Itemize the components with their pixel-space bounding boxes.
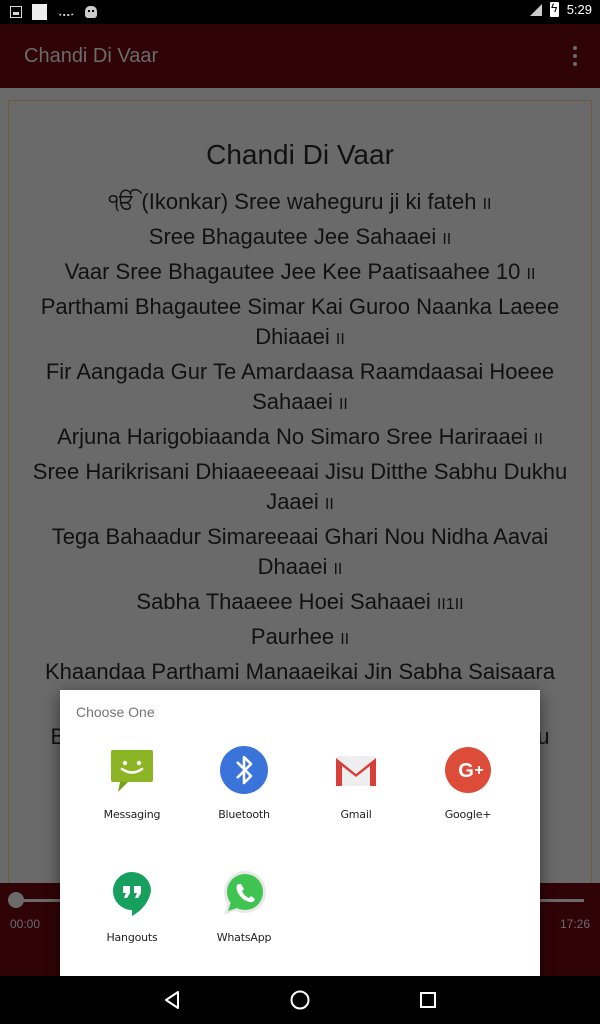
share-dialog: Choose One Messaging Bluetooth Gmail G + … xyxy=(60,690,540,976)
blank-notification-icon xyxy=(32,4,47,20)
share-target-hangouts[interactable]: Hangouts xyxy=(76,869,188,944)
image-notification-icon xyxy=(10,6,22,18)
status-bar: R 5:29 xyxy=(0,0,600,24)
verse-line: Parthami Bhagautee Simar Kai Guroo Naank… xyxy=(40,294,560,349)
verse-line: Vaar Sree Bhagautee Jee Kee Paatisaahee … xyxy=(64,259,536,284)
hangouts-icon xyxy=(108,869,156,917)
recents-icon[interactable] xyxy=(416,988,440,1012)
document-title: Chandi Di Vaar xyxy=(206,139,394,170)
verse-line: Fir Aangada Gur Te Amardaasa Raamdaasai … xyxy=(45,359,555,414)
app-grid: Messaging Bluetooth Gmail G + Google+ Han… xyxy=(76,746,524,944)
total-time: 17:26 xyxy=(559,917,590,931)
google-plus-icon: G + xyxy=(444,746,492,794)
navigation-bar xyxy=(0,976,600,1024)
svg-text:+: + xyxy=(474,762,483,779)
share-target-whatsapp[interactable]: WhatsApp xyxy=(188,869,300,944)
svg-text:G: G xyxy=(458,760,474,782)
back-icon[interactable] xyxy=(160,988,184,1012)
signal-icon: R xyxy=(529,3,542,16)
share-target-google-plus[interactable]: G + Google+ xyxy=(412,746,524,821)
seek-thumb[interactable] xyxy=(8,892,24,908)
app-label: Google+ xyxy=(444,808,492,821)
overflow-menu-icon[interactable] xyxy=(572,46,578,66)
messaging-icon xyxy=(108,746,156,794)
share-target-messaging[interactable]: Messaging xyxy=(76,746,188,821)
signature-notification-icon xyxy=(57,8,75,16)
gmail-icon xyxy=(332,746,380,794)
verse-line: Sree Harikrisani Dhiaaeeeaai Jisu Ditthe… xyxy=(32,459,568,514)
app-label: Bluetooth xyxy=(218,808,270,821)
home-icon[interactable] xyxy=(288,988,312,1012)
app-label: Messaging xyxy=(103,808,161,821)
verse-line: ੴ (Ikonkar) Sree waheguru ji ki fateh II xyxy=(108,189,492,214)
clock: 5:29 xyxy=(566,2,592,17)
dialog-title: Choose One xyxy=(76,704,155,720)
current-time: 00:00 xyxy=(10,917,41,931)
verse-line: Sabha Thaaeee Hoei Sahaaei II1II xyxy=(136,589,464,614)
battery-charging-icon xyxy=(549,1,559,17)
verse-line: Paurhee II xyxy=(250,624,350,649)
verse-line: Sree Bhagautee Jee Sahaaei II xyxy=(148,224,452,249)
android-notification-icon xyxy=(85,6,97,18)
app-title: Chandi Di Vaar xyxy=(24,45,159,67)
verse-line: Tega Bahaadur Simareeaai Ghari Nou Nidha… xyxy=(51,524,549,579)
app-label: Gmail xyxy=(340,808,372,821)
app-label: Hangouts xyxy=(106,931,158,944)
app-bar: Chandi Di Vaar xyxy=(0,24,600,88)
verse-line: Arjuna Harigobiaanda No Simaro Sree Hari… xyxy=(57,424,543,449)
whatsapp-icon xyxy=(220,869,268,917)
share-target-gmail[interactable]: Gmail xyxy=(300,746,412,821)
bluetooth-icon xyxy=(220,746,268,794)
app-label: WhatsApp xyxy=(216,931,272,944)
share-target-bluetooth[interactable]: Bluetooth xyxy=(188,746,300,821)
